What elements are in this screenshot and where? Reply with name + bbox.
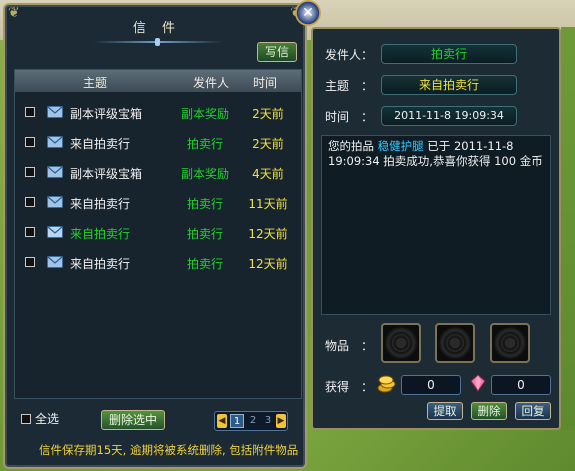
mail-checkbox[interactable] [25,197,35,207]
corner-ornament-icon: ❦ [8,5,20,21]
subject-field: 来自拍卖行 [381,75,517,95]
page-button[interactable]: 1 [230,414,244,428]
next-page-icon[interactable]: ▶ [276,414,286,428]
sender-label: 发件人： [325,48,374,62]
mail-subject: 来自拍卖行 [70,257,131,271]
sender-field: 拍卖行 [381,44,517,64]
mail-sender: 副本奖励 [180,107,229,121]
mail-sender: 拍卖行 [186,137,223,151]
mail-time: 12天前 [248,257,288,271]
mail-time: 4天前 [252,167,284,181]
mail-row[interactable]: 副本评级宝箱 副本奖励 4天前 [15,162,303,184]
mail-time: 12天前 [248,227,288,241]
time-label: 时间 ： [325,110,374,124]
background-edge [561,27,575,430]
mail-row[interactable]: 来自拍卖行 拍卖行 2天前 [15,132,303,154]
mail-sender: 副本奖励 [180,167,229,181]
envelope-icon [47,136,63,148]
mail-checkbox[interactable] [25,137,35,147]
mail-row[interactable]: 来自拍卖行 拍卖行 11天前 [15,192,303,214]
mail-body-prefix: 您的拍品 [328,139,378,153]
select-all-checkbox[interactable] [21,414,31,424]
attachment-slot[interactable] [381,323,421,363]
mail-row-selected[interactable]: 来自拍卖行 拍卖行 12天前 [15,222,303,244]
time-field: 2011-11-8 19:09:34 [381,106,517,126]
gold-coin-icon [377,375,396,393]
gold-amount-field: 0 [401,375,461,395]
mail-subject: 副本评级宝箱 [70,167,143,181]
column-header-sender: 发件人 [193,76,230,90]
mail-body-item[interactable]: 稳健护腿 [378,139,424,153]
pagination: ◀ 1 2 3 ▶ [214,411,288,431]
retention-notice: 信件保存期15天, 逾期将被系统删除, 包括附件物品 [39,443,299,457]
mail-checkbox[interactable] [25,107,35,117]
mail-time: 11天前 [248,197,288,211]
mail-checkbox[interactable] [25,227,35,237]
mail-checkbox[interactable] [25,257,35,267]
mailbox-panel: ❦ ❦ 信 件 写信 主题 发件人 时间 副本评级宝箱 副本奖励 2天前 来自拍… [3,3,307,469]
envelope-icon [47,106,63,118]
mail-subject: 来自拍卖行 [70,137,131,151]
mail-subject: 副本评级宝箱 [70,107,143,121]
delete-mail-button[interactable]: 删除 [471,402,507,420]
take-attachment-button[interactable]: 提取 [427,402,463,420]
gem-amount-field: 0 [491,375,551,395]
mail-checkbox[interactable] [25,167,35,177]
page-button[interactable]: 3 [261,414,275,428]
mail-sender: 拍卖行 [186,197,223,211]
mail-time: 2天前 [252,107,284,121]
subject-label: 主题 ： [325,79,374,93]
compose-button[interactable]: 写信 [257,42,297,62]
mail-row[interactable]: 副本评级宝箱 副本奖励 2天前 [15,102,303,124]
mail-subject: 来自拍卖行 [70,197,131,211]
envelope-open-icon [47,226,63,238]
items-label: 物品 ： [325,339,374,353]
reply-button[interactable]: 回复 [515,402,551,420]
mail-list-header: 主题 发件人 时间 [15,70,301,92]
mail-row[interactable]: 来自拍卖行 拍卖行 12天前 [15,252,303,274]
mail-sender: 拍卖行 [186,257,223,271]
title-gem-icon [155,38,160,46]
mail-list: 主题 发件人 时间 副本评级宝箱 副本奖励 2天前 来自拍卖行 拍卖行 2天前 … [14,69,302,399]
prev-page-icon[interactable]: ◀ [217,414,227,428]
gain-label: 获得 ： [325,380,374,394]
attachment-slot[interactable] [435,323,475,363]
delete-selected-button[interactable]: 删除选中 [101,410,165,430]
envelope-icon [47,256,63,268]
mail-time: 2天前 [252,137,284,151]
select-all-label: 全选 [35,412,60,426]
gem-icon [470,374,486,392]
envelope-icon [47,166,63,178]
envelope-icon [47,196,63,208]
close-icon[interactable]: ✕ [295,0,321,26]
attachment-slot[interactable] [490,323,530,363]
mail-body: 您的拍品 稳健护腿 已于 2011-11-8 19:09:34 拍卖成功,恭喜你… [321,135,551,315]
column-header-subject: 主题 [83,76,108,90]
mail-detail-panel: 发件人： 拍卖行 主题 ： 来自拍卖行 时间 ： 2011-11-8 19:09… [311,27,561,430]
mail-sender: 拍卖行 [186,227,223,241]
page-button[interactable]: 2 [246,414,260,428]
column-header-time: 时间 [253,76,278,90]
mail-subject: 来自拍卖行 [70,227,131,241]
mailbox-title: 信 件 [132,21,182,36]
